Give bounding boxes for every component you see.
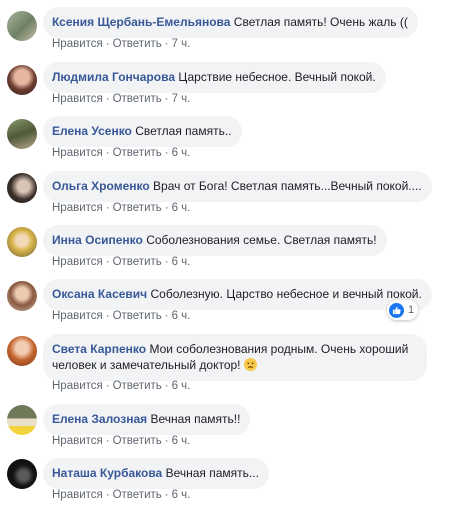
comment-author[interactable]: Елена Усенко (52, 124, 132, 138)
avatar[interactable] (7, 227, 37, 257)
comment-author[interactable]: Оксана Касевич (52, 287, 147, 301)
comment-text: Светлая память.. (135, 124, 232, 138)
like-link[interactable]: Нравится (52, 310, 103, 322)
reply-link[interactable]: Ответить (113, 310, 162, 322)
reply-link[interactable]: Ответить (113, 435, 162, 447)
timestamp[interactable]: 6 ч. (172, 310, 191, 322)
comment-author[interactable]: Инна Осипенко (52, 233, 143, 247)
separator: · (105, 147, 110, 159)
comment-author[interactable]: Ольга Хроменко (52, 179, 150, 193)
avatar[interactable] (7, 119, 37, 149)
separator: · (164, 489, 169, 501)
avatar[interactable] (7, 405, 37, 435)
like-link[interactable]: Нравится (52, 435, 103, 447)
separator: · (164, 435, 169, 447)
comment-text: Светлая память! Очень жаль (( (233, 15, 408, 29)
comment-actions: Нравится · Ответить · 6 ч. (52, 489, 190, 501)
comment-actions: Нравится · Ответить · 6 ч. (52, 256, 190, 268)
separator: · (105, 489, 110, 501)
avatar[interactable] (7, 65, 37, 95)
reply-link[interactable]: Ответить (113, 380, 162, 392)
comment-author[interactable]: Ксения Щербань-Емельянова (52, 15, 230, 29)
reply-link[interactable]: Ответить (113, 202, 162, 214)
comment-bubble: Света Карпенко Мои соболезнования родным… (43, 334, 427, 381)
comment-actions: Нравится · Ответить · 7 ч. (52, 38, 190, 50)
reply-link[interactable]: Ответить (113, 147, 162, 159)
comment-bubble: Людмила Гончарова Царствие небесное. Веч… (43, 62, 386, 93)
comment-actions: Нравится · Ответить · 6 ч. (52, 435, 190, 447)
like-link[interactable]: Нравится (52, 147, 103, 159)
comment-bubble: Елена Залозная Вечная память!! (43, 404, 251, 435)
comment-actions: Нравится · Ответить · 6 ч. (52, 310, 190, 322)
separator: · (105, 310, 110, 322)
timestamp[interactable]: 6 ч. (172, 202, 191, 214)
avatar[interactable] (7, 459, 37, 489)
separator: · (164, 380, 169, 392)
comment-bubble: Ксения Щербань-Емельянова Светлая память… (43, 7, 418, 38)
comment-actions: Нравится · Ответить · 6 ч. (52, 380, 190, 392)
comment-author[interactable]: Елена Залозная (52, 412, 147, 426)
sad-face-emoji-icon (243, 358, 257, 371)
like-link[interactable]: Нравится (52, 93, 103, 105)
comment-author[interactable]: Света Карпенко (52, 342, 146, 356)
separator: · (105, 380, 110, 392)
comment-author[interactable]: Наташа Курбакова (52, 466, 162, 480)
timestamp[interactable]: 7 ч. (172, 93, 191, 105)
like-link[interactable]: Нравится (52, 489, 103, 501)
like-link[interactable]: Нравится (52, 202, 103, 214)
comment-text: Вечная память... (165, 466, 259, 480)
separator: · (105, 38, 110, 50)
separator: · (164, 147, 169, 159)
reply-link[interactable]: Ответить (113, 93, 162, 105)
avatar[interactable] (7, 336, 37, 366)
separator: · (105, 256, 110, 268)
timestamp[interactable]: 6 ч. (172, 380, 191, 392)
comment-text: Врач от Бога! Светлая память...Вечный по… (153, 179, 422, 193)
reply-link[interactable]: Ответить (113, 38, 162, 50)
comment-bubble: Наташа Курбакова Вечная память... (43, 458, 269, 489)
comment-bubble: Ольга Хроменко Врач от Бога! Светлая пам… (43, 171, 432, 202)
separator: · (164, 256, 169, 268)
thumbs-up-icon (389, 302, 404, 318)
separator: · (164, 93, 169, 105)
avatar[interactable] (7, 281, 37, 311)
comment-text: Соболезную. Царство небесное и вечный по… (150, 287, 422, 301)
comment-bubble: Инна Осипенко Соболезнования семье. Свет… (43, 225, 387, 256)
comment-bubble: Оксана Касевич Соболезную. Царство небес… (43, 279, 432, 310)
separator: · (105, 93, 110, 105)
like-link[interactable]: Нравится (52, 380, 103, 392)
timestamp[interactable]: 6 ч. (172, 489, 191, 501)
separator: · (164, 202, 169, 214)
comment-text: Царствие небесное. Вечный покой. (178, 70, 376, 84)
comment-author[interactable]: Людмила Гончарова (52, 70, 175, 84)
avatar[interactable] (7, 173, 37, 203)
timestamp[interactable]: 6 ч. (172, 256, 191, 268)
comment-actions: Нравится · Ответить · 6 ч. (52, 202, 190, 214)
avatar[interactable] (7, 11, 37, 41)
reply-link[interactable]: Ответить (113, 489, 162, 501)
separator: · (105, 202, 110, 214)
timestamp[interactable]: 6 ч. (172, 435, 191, 447)
like-link[interactable]: Нравится (52, 38, 103, 50)
separator: · (164, 310, 169, 322)
comment-actions: Нравится · Ответить · 6 ч. (52, 147, 190, 159)
timestamp[interactable]: 6 ч. (172, 147, 191, 159)
reply-link[interactable]: Ответить (113, 256, 162, 268)
separator: · (105, 435, 110, 447)
comment-text: Вечная память!! (150, 412, 241, 426)
reaction-count-value: 1 (408, 304, 415, 316)
separator: · (164, 38, 169, 50)
comment-actions: Нравится · Ответить · 7 ч. (52, 93, 190, 105)
timestamp[interactable]: 7 ч. (172, 38, 191, 50)
comment-bubble: Елена Усенко Светлая память.. (43, 116, 242, 147)
reaction-count[interactable]: 1 (387, 300, 419, 320)
comment-text: Соболезнования семье. Светлая память! (146, 233, 377, 247)
like-link[interactable]: Нравится (52, 256, 103, 268)
